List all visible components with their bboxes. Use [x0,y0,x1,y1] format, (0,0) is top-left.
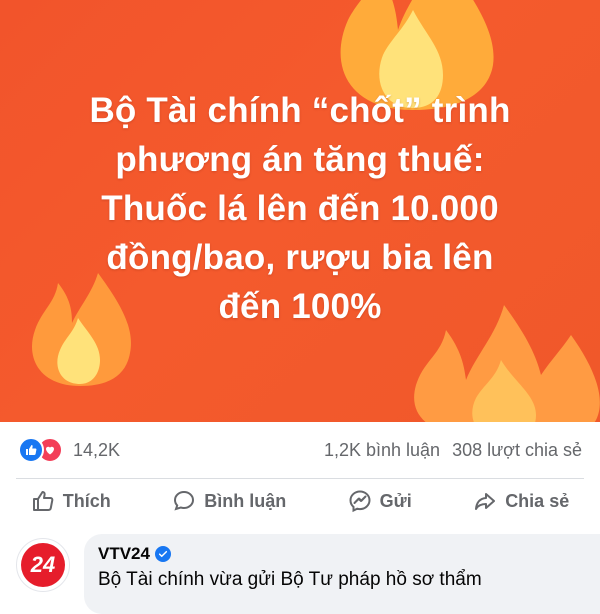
post-image[interactable]: Bộ Tài chính “chốt” trình phương án tăng… [0,0,600,422]
send-button[interactable]: Gửi [348,489,412,513]
like-button[interactable]: Thích [31,489,111,513]
reactions-summary[interactable]: 14,2K [18,437,120,463]
messenger-icon [349,490,371,513]
comment-label: Bình luận [204,490,287,511]
share-count[interactable]: 308 lượt chia sẻ [452,440,582,461]
post-stats: 14,2K 1,2K bình luận 308 lượt chia sẻ [0,422,600,478]
avatar-logo: 24 [21,543,65,587]
reaction-count: 14,2K [73,439,121,460]
comment-bubble[interactable]: VTV24 Bộ Tài chính vừa gửi Bộ Tư pháp hồ… [84,534,600,614]
comment-text: Bộ Tài chính vừa gửi Bộ Tư pháp hồ sơ th… [98,569,482,590]
like-label: Thích [62,490,111,511]
verified-icon [154,546,171,562]
post-headline: Bộ Tài chính “chốt” trình phương án tăng… [89,91,511,326]
like-reaction-icon [18,437,44,463]
post-actions: Thích Bình luận Gửi Chia sẻ [0,479,600,523]
comment: 24 VTV24 Bộ Tài chính vừa gửi Bộ Tư pháp… [16,534,600,614]
comment-author[interactable]: VTV24 [98,544,150,564]
avatar[interactable]: 24 [16,538,70,592]
thumbs-up-icon [32,491,54,511]
comment-icon [174,490,195,511]
share-icon [475,493,496,510]
send-label: Gửi [379,490,412,511]
share-button[interactable]: Chia sẻ [473,489,569,513]
comment-button[interactable]: Bình luận [172,489,286,513]
share-label: Chia sẻ [505,490,570,511]
comment-count[interactable]: 1,2K bình luận [324,440,440,461]
